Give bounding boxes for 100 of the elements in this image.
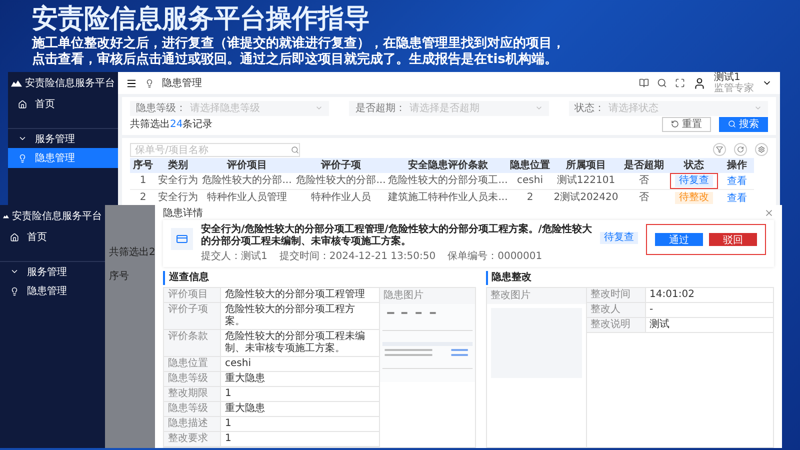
- chevron-icon: [315, 104, 324, 112]
- field-label: 整改期限: [164, 387, 220, 401]
- filter-select[interactable]: 是否超期： 请选择是否超期: [349, 100, 549, 116]
- table-cell: 否: [620, 173, 668, 190]
- field-value: 测试: [644, 318, 773, 332]
- avatar-icon[interactable]: [693, 76, 706, 90]
- table-cell: 危险性较大的分部...: [294, 173, 388, 190]
- field-label: 隐患描述: [164, 417, 220, 431]
- sidebar-item[interactable]: 首页: [8, 94, 118, 114]
- home-icon: [18, 100, 27, 108]
- field-value: ceshi: [220, 357, 379, 371]
- column-header: 评价子项: [294, 158, 388, 173]
- record-meta: 提交人：测试1: [201, 250, 268, 263]
- column-header: 评价项目: [200, 158, 294, 173]
- table-cell: 安全行为: [156, 173, 200, 190]
- menu-icon[interactable]: [126, 78, 137, 88]
- slide-description: 施工单位整改好之后，进行复查（谁提交的就谁进行复查），在隐患管理里找到对应的项目，点击查看，审核后点击通过或驳回。通过之后即这项目就完成了。生成报告是在tis机构端。: [32, 36, 566, 68]
- table-cell: 危险性较大的分部...: [200, 173, 294, 190]
- field-label: 评价项目: [164, 288, 220, 302]
- field-label: 评价子项: [164, 303, 220, 329]
- dialog-title: 隐患详情: [163, 206, 203, 220]
- breadcrumb: 隐患管理: [162, 76, 202, 90]
- user-name: 测试1: [714, 72, 740, 83]
- sidebar-item[interactable]: 隐患管理: [8, 148, 118, 168]
- refresh-icon[interactable]: [734, 143, 747, 156]
- result-count: 共筛选出24条记录: [130, 118, 213, 131]
- field-label: 隐患等级: [164, 402, 220, 416]
- view-link[interactable]: 查看: [727, 174, 747, 188]
- reject-button[interactable]: 驳回: [709, 233, 757, 246]
- field-value: -: [644, 303, 773, 317]
- field-label: 隐患位置: [164, 357, 220, 371]
- chevron-icon: [18, 134, 27, 143]
- lightbulb-icon: [145, 78, 154, 88]
- field-label: 隐患等级: [164, 372, 220, 386]
- column-header: 操作: [720, 158, 754, 173]
- chevron-icon: [754, 104, 762, 112]
- search-icon: [728, 120, 736, 128]
- record-title: 安全行为/危险性较大的分部分项工程管理/危险性较大的分部分项工程方案。/危险性较大的分部分项工程未编制、未审核专项施工方案。: [201, 224, 592, 248]
- field-value: 危险性较大的分部分项工程管理: [220, 288, 379, 302]
- search-icon[interactable]: [291, 146, 299, 154]
- sidebar-item[interactable]: 首页: [0, 227, 105, 247]
- column-header: 类别: [156, 158, 200, 173]
- field-value: 1: [220, 417, 379, 431]
- section-title: 隐患整改: [486, 271, 774, 285]
- field-value: 1: [220, 432, 379, 446]
- field-value: 危险性较大的分部分项工程未编制、未审核专项施工方案。: [220, 330, 379, 356]
- table-cell: 1: [130, 173, 156, 190]
- table-cell: 测试122101: [552, 173, 620, 190]
- table-cell: ceshi: [508, 173, 552, 190]
- view-link[interactable]: 查看: [727, 191, 747, 205]
- column-header: 是否超期: [620, 158, 668, 173]
- settings-icon[interactable]: [755, 143, 768, 156]
- record-meta: 提交时间：2024-12-21 13:50:50: [279, 250, 436, 263]
- user-role: 监管专家: [714, 83, 754, 94]
- column-header: 状态: [668, 158, 720, 173]
- column-header: 序号: [109, 270, 130, 283]
- brand-name: 安责险信息服务平台: [25, 76, 115, 90]
- search-button[interactable]: 搜索: [719, 116, 768, 132]
- field-label: 隐患图片: [380, 288, 475, 304]
- status-tag: 待复查: [600, 232, 638, 244]
- brand-name: 安责险信息服务平台: [12, 210, 102, 223]
- lightbulb-icon: [10, 286, 19, 296]
- filter-select[interactable]: 状态： 请选择状态: [568, 100, 768, 116]
- column-header: 安全隐患评价条款: [388, 158, 508, 173]
- lightbulb-icon: [18, 154, 27, 162]
- sidebar-item[interactable]: 隐患管理: [0, 281, 105, 301]
- field-value: 危险性较大的分部分项工程方案。: [220, 303, 379, 329]
- section-title: 巡查信息: [163, 271, 476, 285]
- column-header: 隐患位置: [508, 158, 552, 173]
- field-label: 整改要求: [164, 432, 220, 446]
- filter-select[interactable]: 隐患等级： 请选择隐患等级: [130, 100, 330, 116]
- field-label: 评价条款: [164, 330, 220, 356]
- logo-icon: [11, 78, 22, 88]
- reset-button[interactable]: 重置: [662, 116, 711, 132]
- reset-icon: [671, 120, 679, 128]
- filter-icon[interactable]: [713, 143, 726, 156]
- field-value: 重大隐患: [220, 402, 379, 416]
- field-label: 整改说明: [586, 318, 645, 332]
- column-header: 序号: [130, 158, 156, 173]
- search-icon[interactable]: [657, 78, 667, 88]
- table-cell: 危险性较大的分部分项工...: [388, 173, 508, 190]
- chevron-icon: [534, 104, 543, 112]
- status-tag: 待复查: [675, 175, 713, 187]
- close-icon[interactable]: [764, 208, 774, 218]
- fullscreen-icon[interactable]: [675, 78, 685, 88]
- home-icon: [10, 232, 19, 242]
- chevron-icon: [10, 267, 19, 276]
- approve-button[interactable]: 通过: [655, 233, 703, 246]
- result-count: 共筛选出2: [109, 246, 155, 259]
- field-value: 14:01:02: [644, 288, 773, 302]
- field-label: 整改图片: [486, 288, 586, 304]
- record-meta: 保单编号：0000001: [448, 250, 542, 263]
- card-icon: [171, 228, 193, 250]
- book-icon[interactable]: [639, 78, 649, 88]
- slide-title: 安责险信息服务平台操作指导: [32, 4, 370, 34]
- field-value: 1: [220, 387, 379, 401]
- field-value: 重大隐患: [220, 372, 379, 386]
- column-header: 所属项目: [552, 158, 620, 173]
- field-label: 整改时间: [586, 288, 645, 302]
- field-label: 整改人: [586, 303, 645, 317]
